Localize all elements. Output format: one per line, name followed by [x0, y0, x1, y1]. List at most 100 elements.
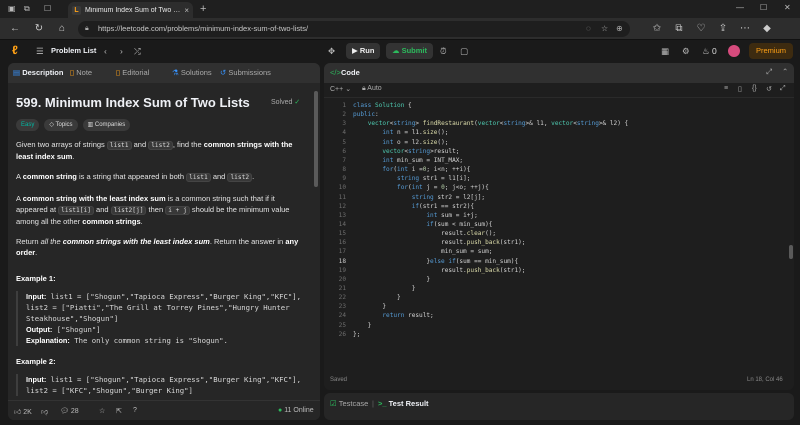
problem-list-icon[interactable]: ☰: [36, 45, 44, 57]
editorial-icon: ▯: [116, 68, 121, 77]
reset-icon[interactable]: ↺: [766, 85, 772, 93]
run-button[interactable]: ▶ Run: [346, 43, 381, 59]
code-line[interactable]: result.clear();: [353, 229, 496, 238]
bookmark-code-icon[interactable]: ▯: [738, 85, 742, 93]
favorites-icon[interactable]: ✩: [650, 22, 664, 36]
code-line[interactable]: for(int j = 0; j<o; ++j){: [353, 183, 489, 192]
bookmark-icon[interactable]: ☆: [99, 407, 105, 415]
close-window-icon[interactable]: ✕: [784, 3, 791, 12]
code-tab-label[interactable]: Code: [341, 68, 360, 77]
browser-menu-icon[interactable]: ▣: [8, 4, 16, 13]
settings-icon[interactable]: ⚙: [682, 45, 690, 57]
code-line[interactable]: vector<string>result;: [353, 147, 459, 156]
address-bar[interactable]: 🔒︎ https://leetcode.com/problems/minimum…: [78, 21, 630, 37]
tab-testcase[interactable]: ☑ Testcase: [330, 399, 368, 408]
leetcode-logo-icon[interactable]: ℓ: [12, 44, 25, 57]
premium-button[interactable]: Premium: [749, 43, 793, 59]
dislike-button[interactable]: 👎︎: [41, 407, 48, 416]
code-line[interactable]: string str2 = l2[j];: [353, 193, 485, 202]
code-line[interactable]: return result;: [353, 311, 433, 320]
companies-tag[interactable]: ▥ Companies: [82, 119, 131, 131]
like-button[interactable]: 👍︎ 2K: [14, 407, 32, 416]
code-line[interactable]: string str1 = l1[i];: [353, 174, 470, 183]
tab-description[interactable]: ▤ Description: [13, 68, 63, 77]
code-line[interactable]: vector<string> findRestaurant(vector<str…: [353, 119, 629, 128]
tab-solutions[interactable]: ⚗ Solutions: [172, 68, 212, 77]
code-line[interactable]: };: [353, 330, 360, 339]
code-line[interactable]: int sum = i+j;: [353, 211, 477, 220]
code-line[interactable]: }: [353, 321, 372, 330]
copilot-icon[interactable]: ◆: [760, 22, 774, 36]
refresh-icon[interactable]: ↻: [32, 22, 46, 36]
expand-icon[interactable]: ⤢: [766, 67, 772, 77]
share-problem-icon[interactable]: ⇱: [116, 407, 122, 415]
code-line[interactable]: }: [353, 275, 430, 284]
maximize-icon[interactable]: ☐: [760, 3, 767, 12]
tab-editorial[interactable]: ▯ Editorial: [116, 68, 149, 77]
submit-button[interactable]: ☁ Submit: [386, 43, 434, 59]
lock-small-icon: 🔒︎: [362, 85, 366, 92]
home-icon[interactable]: ⌂: [55, 22, 69, 36]
code-line[interactable]: }: [353, 302, 386, 311]
tab-actions-icon[interactable]: ⧉: [24, 4, 30, 14]
collapse-icon[interactable]: ⌃: [782, 67, 788, 76]
code-line[interactable]: if(str1 == str2){: [353, 202, 474, 211]
example-1-body: Input: list1 = ["Shogun","Tapioca Expres…: [16, 290, 308, 346]
code-line[interactable]: int o = l2.size();: [353, 138, 448, 147]
code-line[interactable]: class Solution {: [353, 101, 412, 110]
browser-tab[interactable]: L Minimum Index Sum of Two Lists ×: [68, 2, 193, 18]
fullscreen-icon[interactable]: ⤢: [780, 85, 786, 93]
code-line[interactable]: result.push_back(str1);: [353, 266, 525, 275]
share-icon[interactable]: ⇪: [716, 22, 730, 36]
help-icon[interactable]: ?: [133, 407, 137, 414]
streak-counter[interactable]: ♨ 0: [702, 45, 717, 57]
line-number: 17: [338, 248, 346, 256]
browser-settings-icon[interactable]: ⋯: [738, 22, 752, 36]
tab-submissions[interactable]: ↺ Submissions: [220, 68, 271, 77]
timer-icon[interactable]: ⏰︎: [440, 45, 447, 57]
code-line[interactable]: for(int i =0; i<n; ++i){: [353, 165, 470, 174]
debug-icon[interactable]: ✥: [328, 45, 335, 57]
code-line[interactable]: int n = l1.size();: [353, 128, 448, 137]
format-icon[interactable]: ≡: [724, 85, 728, 92]
problem-list-link[interactable]: Problem List: [51, 46, 96, 55]
more-address-icon[interactable]: ⊕: [616, 21, 623, 37]
prev-problem-icon[interactable]: ‹: [104, 45, 107, 57]
braces-icon[interactable]: {}: [752, 85, 757, 92]
editor-scrollbar[interactable]: [789, 245, 793, 259]
tab-solutions-label: Solutions: [180, 68, 212, 77]
example-2-body: Input: list1 = ["Shogun","Tapioca Expres…: [16, 374, 308, 397]
back-icon[interactable]: ←: [8, 22, 22, 36]
extension-icon[interactable]: ◌: [586, 21, 591, 37]
code-line[interactable]: }: [353, 284, 416, 293]
shuffle-icon[interactable]: ⤮: [134, 45, 141, 57]
vertical-tabs-icon[interactable]: ☐: [44, 4, 51, 13]
collections-icon[interactable]: ⧉: [672, 22, 686, 36]
browser-essentials-icon[interactable]: ♡: [694, 22, 708, 36]
close-tab-icon[interactable]: ×: [184, 6, 189, 15]
code-line[interactable]: min_sum = sum;: [353, 247, 492, 256]
notes-icon[interactable]: ▢: [460, 45, 468, 57]
topics-tag[interactable]: ◇ Topics: [44, 119, 78, 131]
tab-note[interactable]: ▯ Note: [70, 68, 92, 77]
checkbox-icon: ☑: [330, 399, 337, 408]
minimize-icon[interactable]: —: [736, 3, 744, 12]
code-line[interactable]: int min_sum = INT_MAX;: [353, 156, 463, 165]
difficulty-badge: Easy: [16, 119, 40, 131]
new-tab-icon[interactable]: +: [200, 3, 206, 15]
comments-button[interactable]: 💬︎ 28: [60, 407, 79, 415]
code-line[interactable]: }else if(sum == min_sum){: [353, 257, 518, 266]
layout-icon[interactable]: ▦: [661, 45, 669, 57]
autocomplete-label: Auto: [367, 85, 382, 92]
code-line[interactable]: if(sum < min_sum){: [353, 220, 492, 229]
avatar[interactable]: [728, 45, 740, 57]
language-select[interactable]: C++ ⌄: [330, 85, 351, 93]
next-problem-icon[interactable]: ›: [120, 45, 123, 57]
favorite-icon[interactable]: ☆: [601, 21, 608, 37]
code-line[interactable]: result.push_back(str1);: [353, 238, 525, 247]
code-line[interactable]: }: [353, 293, 401, 302]
code-line[interactable]: public:: [353, 110, 379, 119]
description-scrollbar[interactable]: [314, 91, 318, 187]
autocomplete-toggle[interactable]: 🔒︎ Auto: [362, 85, 382, 93]
tab-test-result[interactable]: >_ Test Result: [378, 399, 429, 408]
